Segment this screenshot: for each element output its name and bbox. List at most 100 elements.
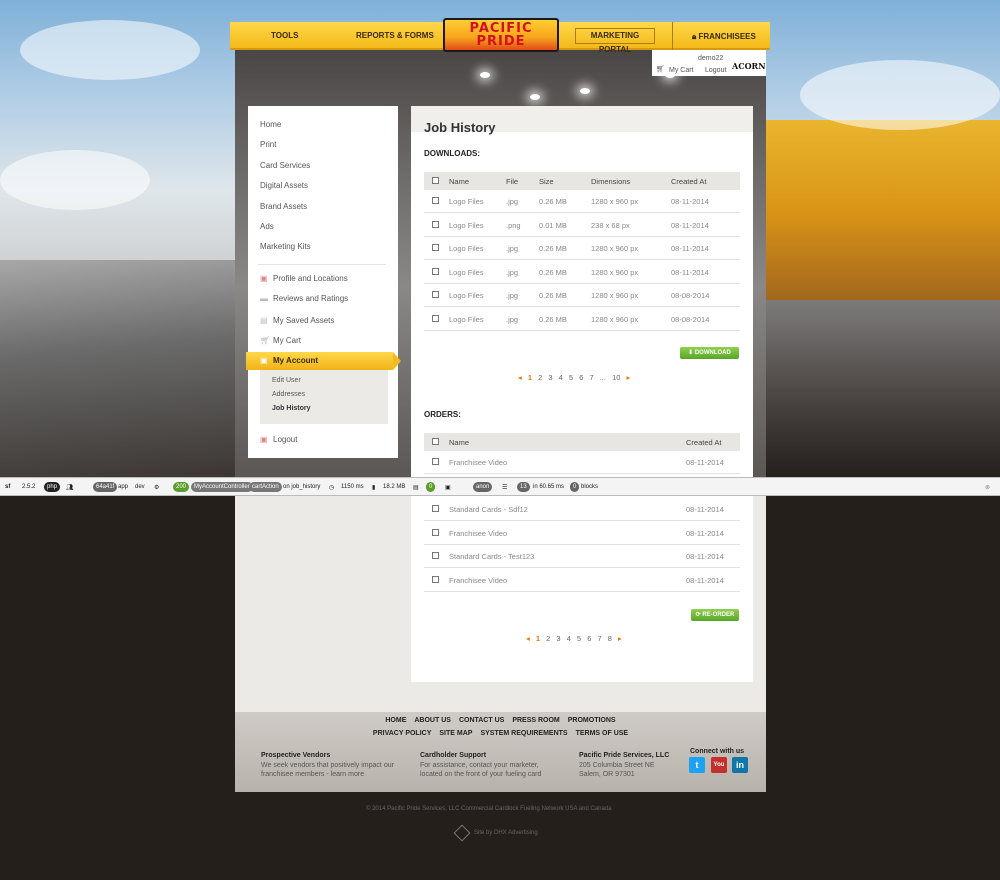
page-link[interactable]: 4 (567, 634, 571, 643)
nav-reports-forms[interactable]: REPORTS & FORMS (356, 31, 434, 40)
linkedin-icon[interactable]: in (732, 757, 748, 773)
sidebar-item-logout[interactable]: Logout (273, 435, 297, 444)
submenu-addresses[interactable]: Addresses (272, 391, 305, 398)
submenu-edit-user[interactable]: Edit User (272, 377, 301, 384)
table-row[interactable]: Standard Cards - Sdf12 08-11-2014 (424, 498, 740, 521)
sidebar-item-my-account[interactable]: ▣ My Account (246, 352, 393, 370)
form-count[interactable]: 0 (426, 482, 436, 492)
page-link[interactable]: 2 (546, 634, 550, 643)
table-row[interactable]: Logo Files .jpg 0.26 MB 1280 x 960 px 08-08-… (424, 284, 740, 307)
row-checkbox[interactable] (432, 267, 439, 275)
col-name[interactable]: Name (449, 438, 469, 447)
page-link[interactable]: 3 (548, 373, 552, 382)
table-row[interactable]: Franchisee Video 08-11-2014 (424, 569, 740, 592)
token-hash[interactable]: 64a41f (93, 482, 118, 492)
col-file[interactable]: File (506, 177, 518, 186)
sidebar-item-print[interactable]: Print (260, 140, 276, 149)
sidebar-item-profile[interactable]: Profile and Locations (273, 274, 348, 283)
sidebar-item-saved-assets[interactable]: My Saved Assets (273, 316, 334, 325)
page-link[interactable]: 2 (538, 373, 542, 382)
row-checkbox[interactable] (432, 552, 439, 559)
sidebar-item-reviews[interactable]: Reviews and Ratings (273, 294, 348, 303)
request-time[interactable]: 1150 ms (341, 484, 364, 490)
table-row[interactable]: Franchisee Video 08-11-2014 (424, 451, 740, 474)
page-link[interactable]: 3 (556, 634, 560, 643)
dhx-credit[interactable]: Site by DHX Advertising (474, 830, 538, 836)
row-checkbox[interactable] (432, 528, 439, 536)
reorder-button[interactable]: ⟳ RE-ORDER (691, 609, 739, 621)
row-checkbox[interactable] (432, 575, 439, 583)
logout-link[interactable]: Logout (705, 67, 726, 74)
page-link[interactable]: 5 (569, 373, 573, 382)
vendors-title[interactable]: Prospective Vendors (261, 752, 330, 759)
row-checkbox[interactable] (432, 505, 439, 512)
row-checkbox[interactable] (432, 220, 439, 228)
table-row[interactable]: Logo Files .jpg 0.26 MB 1280 x 960 px 08-11-… (424, 190, 740, 213)
footer-link[interactable]: PRESS ROOM (512, 717, 559, 724)
youtube-icon[interactable]: You (711, 757, 727, 773)
next-page[interactable]: ▸ (627, 373, 631, 382)
close-icon[interactable]: ⊗ (985, 484, 990, 491)
footer-link[interactable]: PROMOTIONS (568, 717, 616, 724)
footer-link[interactable]: HOME (385, 717, 406, 724)
table-row[interactable]: Standard Cards - Test123 08-11-2014 (424, 545, 740, 568)
next-page[interactable]: ▸ (618, 634, 622, 643)
page-link[interactable]: 7 (589, 373, 593, 382)
footer-link[interactable]: CONTACT US (459, 717, 504, 724)
page-link[interactable]: ... (600, 373, 606, 382)
page-link[interactable]: 6 (587, 634, 591, 643)
footer-link[interactable]: SITE MAP (439, 730, 472, 737)
footer-link[interactable]: SYSTEM REQUIREMENTS (480, 730, 567, 737)
select-all-checkbox[interactable] (432, 438, 439, 445)
marketing-portal-button[interactable]: MARKETING PORTAL (575, 28, 655, 54)
prev-page[interactable]: ◂ (526, 634, 530, 643)
prev-page[interactable]: ◂ (518, 373, 522, 382)
row-checkbox[interactable] (432, 314, 439, 322)
footer-link[interactable]: ABOUT US (414, 717, 451, 724)
page-link[interactable]: 1 (536, 634, 540, 643)
action-name[interactable]: cartAction (249, 482, 282, 492)
blocks-count[interactable]: 0 (570, 482, 580, 492)
sidebar-item-brand-assets[interactable]: Brand Assets (260, 202, 307, 211)
franchisees-link[interactable]: 🔒︎ FRANCHISEES (692, 32, 756, 42)
sidebar-item-marketing-kits[interactable]: Marketing Kits (260, 242, 311, 251)
query-count[interactable]: 13 (517, 482, 530, 492)
download-button[interactable]: ⬇︎ DOWNLOAD (680, 347, 739, 359)
my-cart-link[interactable]: My Cart (669, 67, 694, 74)
table-row[interactable]: Franchisee Video 08-11-2014 (424, 522, 740, 545)
page-link[interactable]: 4 (559, 373, 563, 382)
table-row[interactable]: Logo Files .jpg 0.26 MB 1280 x 960 px 08-11-… (424, 237, 740, 260)
row-checkbox[interactable] (432, 291, 439, 298)
memory-usage[interactable]: 18.2 MB (383, 484, 405, 490)
controller-name[interactable]: MyAccountController (191, 482, 253, 492)
page-link[interactable]: 8 (608, 634, 612, 643)
sidebar-item-card-services[interactable]: Card Services (260, 161, 310, 170)
footer-link[interactable]: PRIVACY POLICY (373, 730, 431, 737)
page-link[interactable]: 1 (528, 373, 532, 382)
page-link[interactable]: 7 (597, 634, 601, 643)
sidebar-item-ads[interactable]: Ads (260, 222, 274, 231)
col-created-at[interactable]: Created At (686, 438, 721, 447)
security-user[interactable]: anon (473, 482, 493, 492)
select-all-checkbox[interactable] (432, 177, 439, 184)
col-name[interactable]: Name (449, 177, 469, 186)
twitter-icon[interactable]: t (689, 757, 705, 773)
submenu-job-history[interactable]: Job History (272, 405, 311, 412)
sidebar-item-home[interactable]: Home (260, 120, 281, 129)
col-created-at[interactable]: Created At (671, 177, 706, 186)
row-checkbox[interactable] (432, 244, 439, 251)
page-link[interactable]: 5 (577, 634, 581, 643)
php-icon[interactable]: php (44, 482, 61, 492)
sidebar-item-digital-assets[interactable]: Digital Assets (260, 181, 308, 190)
status-code[interactable]: 200 (173, 482, 190, 492)
sidebar-item-my-cart[interactable]: My Cart (273, 336, 301, 345)
table-row[interactable]: Logo Files .jpg 0.26 MB 1280 x 960 px 08-08-… (424, 308, 740, 331)
nav-tools[interactable]: TOOLS (271, 31, 298, 40)
table-row[interactable]: Logo Files .jpg 0.26 MB 1280 x 960 px 08-11-… (424, 261, 740, 284)
page-link[interactable]: 6 (579, 373, 583, 382)
row-checkbox[interactable] (432, 197, 439, 204)
page-link[interactable]: 10 (612, 373, 620, 382)
pacific-pride-logo[interactable]: PACIFIC PRIDE (443, 18, 559, 52)
col-dimensions[interactable]: Dimensions (591, 177, 630, 186)
table-row[interactable]: Logo Files .png 0.01 MB 238 x 68 px 08-11-20… (424, 214, 740, 237)
